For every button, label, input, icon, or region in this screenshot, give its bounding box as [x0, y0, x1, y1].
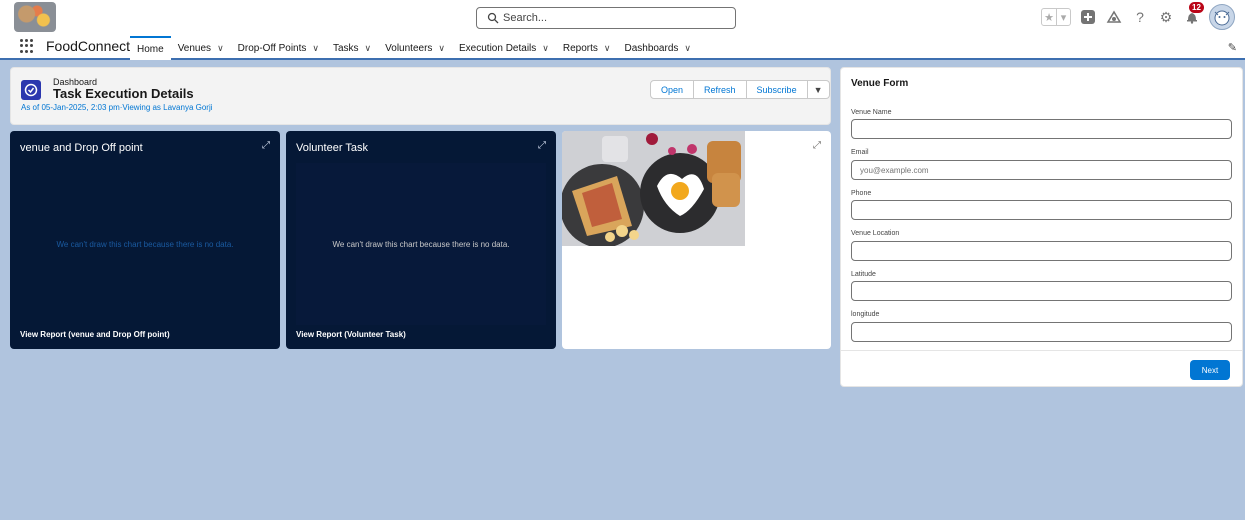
- nav-item-volunteers[interactable]: Volunteers ∨: [378, 36, 452, 60]
- email-input[interactable]: [851, 160, 1232, 180]
- notification-bell-icon[interactable]: 12: [1183, 2, 1204, 26]
- widget-image: ⤢: [562, 131, 831, 349]
- dashboard-actions: Open Refresh Subscribe ▼: [650, 80, 830, 99]
- longitude-label: longitude: [851, 311, 880, 318]
- dashboard-header: Dashboard Task Execution Details As of 0…: [10, 67, 831, 125]
- nav-item-home[interactable]: Home: [130, 36, 171, 60]
- chevron-down-icon[interactable]: ∨: [684, 43, 691, 54]
- nav-item-execution-details[interactable]: Execution Details ∨: [452, 36, 556, 60]
- nav-item-label: Volunteers: [385, 42, 433, 54]
- subscribe-button[interactable]: Subscribe: [746, 80, 808, 99]
- venue-form: Venue Form Venue Name Email Phone Venue …: [840, 67, 1243, 387]
- nav-item-venues[interactable]: Venues ∨: [171, 36, 231, 60]
- favorites-group[interactable]: ★ ▾: [1041, 8, 1071, 26]
- phone-label: Phone: [851, 190, 872, 197]
- search-placeholder: Search...: [503, 12, 548, 24]
- more-actions-dropdown[interactable]: ▼: [807, 80, 830, 99]
- expand-icon[interactable]: ⤢: [262, 140, 270, 151]
- setup-gear-icon[interactable]: ⚙: [1157, 8, 1175, 26]
- caret-down-icon: ▼: [813, 84, 823, 95]
- nav-item-label: Tasks: [332, 42, 359, 54]
- nav-item-label: Drop-Off Points: [237, 42, 307, 54]
- user-avatar-icon[interactable]: [1209, 4, 1235, 30]
- search-icon: [487, 12, 499, 24]
- nav-item-reports[interactable]: Reports ∨: [556, 36, 618, 60]
- no-data-message: We can't draw this chart because there i…: [332, 239, 510, 249]
- view-report-link[interactable]: View Report (Volunteer Task): [296, 330, 406, 339]
- favorites-list-icon[interactable]: ▾: [1056, 9, 1070, 25]
- venue-name-input[interactable]: [851, 119, 1232, 139]
- chevron-down-icon[interactable]: ∨: [365, 43, 372, 54]
- open-button[interactable]: Open: [650, 80, 695, 99]
- no-data-message: We can't draw this chart because there i…: [56, 239, 234, 249]
- nav-item-label: Execution Details: [459, 42, 537, 54]
- venue-name-label: Venue Name: [851, 109, 892, 116]
- latitude-input[interactable]: [851, 281, 1232, 301]
- nav-item-dashboards[interactable]: Dashboards ∨: [617, 36, 698, 60]
- favorites-star-icon[interactable]: ★: [1042, 9, 1056, 25]
- global-add-icon[interactable]: [1079, 8, 1097, 26]
- chevron-down-icon[interactable]: ∨: [604, 43, 611, 54]
- form-title: Venue Form: [851, 78, 909, 89]
- nav-item-drop-off-points[interactable]: Drop-Off Points ∨: [231, 36, 326, 60]
- app-navigation-bar: FoodConnect Home Venues ∨ Drop-Off Points…: [0, 36, 1245, 60]
- widget-title: venue and Drop Off point: [20, 142, 143, 154]
- nav-item-tasks[interactable]: Tasks ∨: [326, 36, 378, 60]
- widget-venue-drop-off: venue and Drop Off point ⤢ We can't draw…: [10, 131, 280, 349]
- chart-area: We can't draw this chart because there i…: [20, 163, 270, 325]
- notification-count-badge: 12: [1189, 2, 1204, 13]
- app-name: FoodConnect: [46, 38, 131, 54]
- widget-title: Volunteer Task: [296, 142, 368, 154]
- refresh-button[interactable]: Refresh: [694, 80, 747, 99]
- widget-volunteer-task: Volunteer Task ⤢ We can't draw this char…: [286, 131, 556, 349]
- chevron-down-icon[interactable]: ∨: [312, 43, 319, 54]
- edit-nav-pencil-icon[interactable]: ✎: [1228, 41, 1237, 54]
- phone-input[interactable]: [851, 200, 1232, 220]
- chevron-down-icon[interactable]: ∨: [438, 43, 445, 54]
- breakfast-photo: [562, 131, 745, 246]
- nav-item-label: Reports: [562, 42, 598, 54]
- venue-location-label: Venue Location: [851, 230, 900, 237]
- global-header: Search... ★ ▾ ? ⚙ 12: [0, 0, 1245, 36]
- header-actions: ★ ▾ ? ⚙ 12: [1041, 2, 1235, 32]
- help-icon[interactable]: ?: [1131, 8, 1149, 26]
- nav-items: Home Venues ∨ Drop-Off Points ∨ Tasks ∨ Vol…: [130, 36, 698, 60]
- venue-location-input[interactable]: [851, 241, 1232, 261]
- dashboard-title: Task Execution Details: [53, 86, 194, 101]
- expand-icon[interactable]: ⤢: [813, 140, 821, 151]
- latitude-label: Latitude: [851, 271, 876, 278]
- form-divider: [841, 350, 1242, 351]
- app-logo[interactable]: [14, 2, 56, 32]
- nav-item-label: Dashboards: [624, 42, 679, 54]
- global-search-box[interactable]: Search...: [476, 7, 736, 29]
- next-button[interactable]: Next: [1190, 360, 1230, 380]
- chevron-down-icon[interactable]: ∨: [542, 43, 549, 54]
- chart-area: We can't draw this chart because there i…: [296, 163, 546, 325]
- email-label: Email: [851, 149, 869, 156]
- chevron-down-icon[interactable]: ∨: [217, 43, 224, 54]
- longitude-input[interactable]: [851, 322, 1232, 342]
- nav-item-label: Venues: [177, 42, 212, 54]
- dashboard-icon: [21, 80, 41, 100]
- app-launcher-icon[interactable]: [20, 39, 34, 53]
- expand-icon[interactable]: ⤢: [538, 140, 546, 151]
- trailhead-icon[interactable]: [1105, 8, 1123, 26]
- view-report-link[interactable]: View Report (venue and Drop Off point): [20, 330, 170, 339]
- dashboard-subtitle: As of 05-Jan-2025, 2:03 pm·Viewing as La…: [21, 103, 213, 112]
- nav-item-label: Home: [137, 43, 164, 55]
